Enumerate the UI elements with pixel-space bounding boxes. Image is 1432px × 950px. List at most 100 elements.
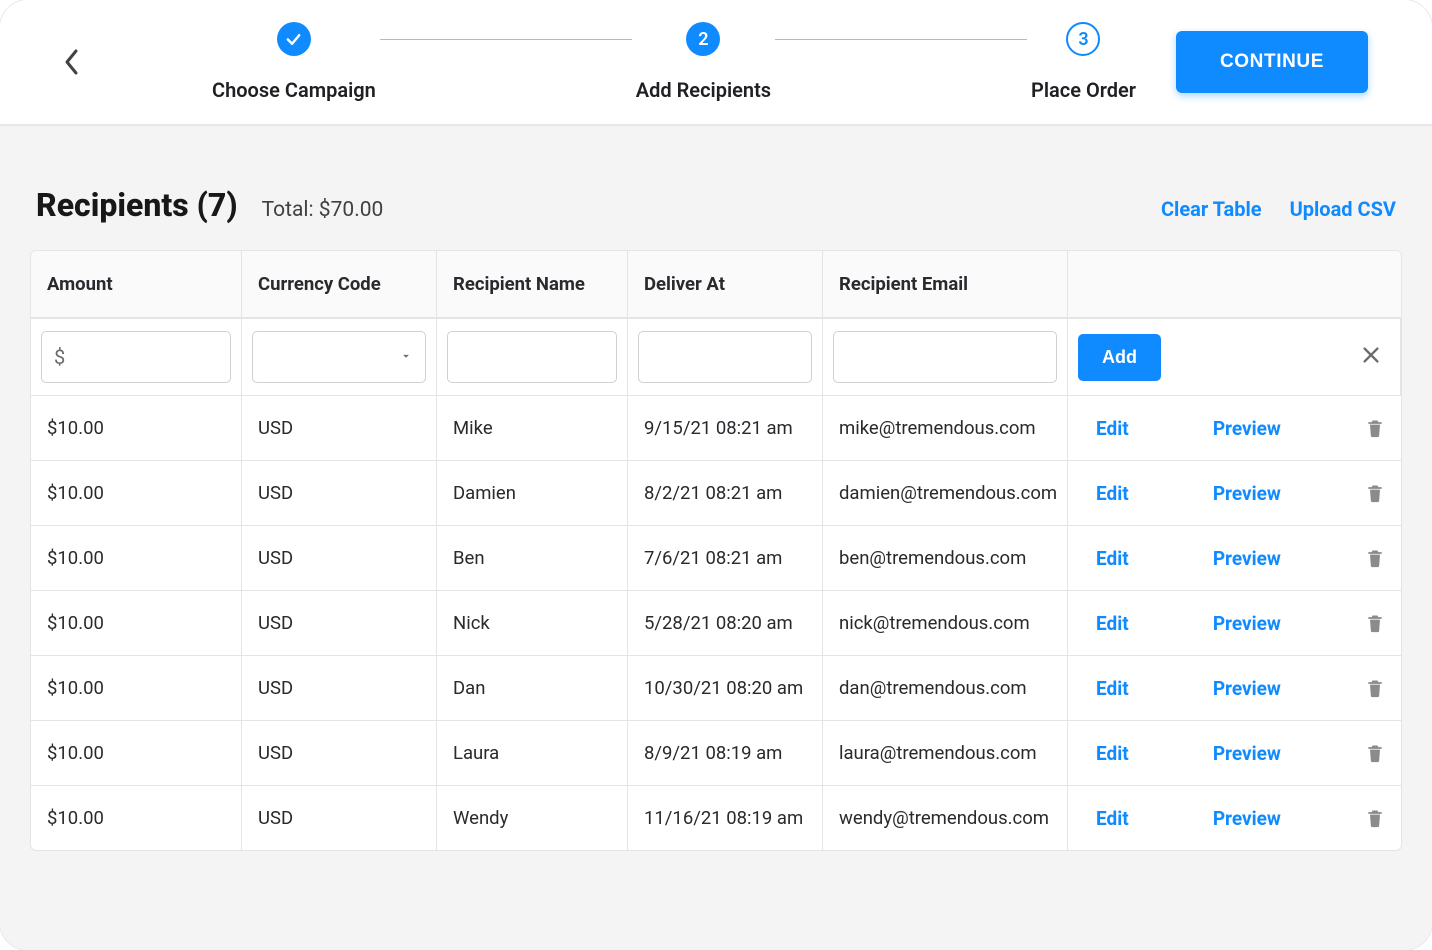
cell-name: Mike	[437, 396, 628, 460]
currency-select[interactable]	[252, 331, 426, 383]
table-header: Amount Currency Code Recipient Name Deli…	[31, 251, 1401, 318]
delete-icon[interactable]	[1365, 547, 1385, 569]
step-add-recipients[interactable]: 2 Add Recipients	[636, 22, 771, 102]
amount-input[interactable]: $	[41, 331, 231, 383]
back-button[interactable]	[52, 42, 92, 82]
table-row: $10.00USDLaura8/9/21 08:19 amlaura@treme…	[31, 720, 1401, 785]
add-button[interactable]: Add	[1078, 334, 1161, 381]
cell-deliver-at: 8/2/21 08:21 am	[628, 461, 823, 525]
check-icon	[285, 31, 302, 48]
step-label: Place Order	[1031, 78, 1136, 102]
cell-amount: $10.00	[31, 396, 242, 460]
table-row: $10.00USDDan10/30/21 08:20 amdan@tremend…	[31, 655, 1401, 720]
edit-link[interactable]: Edit	[1096, 612, 1129, 635]
step-label: Choose Campaign	[212, 78, 376, 102]
preview-link[interactable]: Preview	[1213, 742, 1281, 765]
edit-link[interactable]: Edit	[1096, 807, 1129, 830]
continue-button[interactable]: CONTINUE	[1176, 31, 1368, 93]
currency-symbol: $	[54, 345, 65, 369]
page-title: Recipients (7)	[36, 186, 238, 224]
delete-icon[interactable]	[1365, 482, 1385, 504]
page-body: Recipients (7) Total: $70.00 Clear Table…	[0, 126, 1432, 950]
cell-currency: USD	[242, 461, 437, 525]
header: Choose Campaign 2 Add Recipients 3 Place…	[0, 0, 1432, 126]
preview-link[interactable]: Preview	[1213, 677, 1281, 700]
cell-deliver-at: 9/15/21 08:21 am	[628, 396, 823, 460]
table-row: $10.00USDDamien8/2/21 08:21 amdamien@tre…	[31, 460, 1401, 525]
cell-deliver-at: 7/6/21 08:21 am	[628, 526, 823, 590]
cell-currency: USD	[242, 786, 437, 850]
preview-link[interactable]: Preview	[1213, 612, 1281, 635]
cell-deliver-at: 8/9/21 08:19 am	[628, 721, 823, 785]
delete-icon[interactable]	[1365, 417, 1385, 439]
step-choose-campaign[interactable]: Choose Campaign	[212, 22, 376, 102]
cell-email: ben@tremendous.com	[823, 526, 1068, 590]
step-place-order[interactable]: 3 Place Order	[1031, 22, 1136, 102]
delete-icon[interactable]	[1365, 807, 1385, 829]
delete-icon[interactable]	[1365, 742, 1385, 764]
cell-email: damien@tremendous.com	[823, 461, 1068, 525]
cell-email: mike@tremendous.com	[823, 396, 1068, 460]
cell-amount: $10.00	[31, 786, 242, 850]
edit-link[interactable]: Edit	[1096, 417, 1129, 440]
close-icon[interactable]	[1360, 344, 1382, 370]
cell-deliver-at: 11/16/21 08:19 am	[628, 786, 823, 850]
preview-link[interactable]: Preview	[1213, 807, 1281, 830]
cell-name: Nick	[437, 591, 628, 655]
cell-currency: USD	[242, 526, 437, 590]
cell-email: wendy@tremendous.com	[823, 786, 1068, 850]
edit-link[interactable]: Edit	[1096, 547, 1129, 570]
edit-link[interactable]: Edit	[1096, 482, 1129, 505]
table-row: $10.00USDBen7/6/21 08:21 amben@tremendou…	[31, 525, 1401, 590]
step-indicator-active: 2	[686, 22, 720, 56]
cell-email: dan@tremendous.com	[823, 656, 1068, 720]
cell-name: Damien	[437, 461, 628, 525]
column-deliver-at: Deliver At	[628, 251, 823, 317]
cell-email: nick@tremendous.com	[823, 591, 1068, 655]
cell-amount: $10.00	[31, 461, 242, 525]
table-row: $10.00USDNick5/28/21 08:20 amnick@tremen…	[31, 590, 1401, 655]
column-amount: Amount	[31, 251, 242, 317]
stepper: Choose Campaign 2 Add Recipients 3 Place…	[212, 22, 1136, 102]
cell-name: Laura	[437, 721, 628, 785]
app-window: Choose Campaign 2 Add Recipients 3 Place…	[0, 0, 1432, 950]
cell-deliver-at: 10/30/21 08:20 am	[628, 656, 823, 720]
cell-currency: USD	[242, 396, 437, 460]
column-name: Recipient Name	[437, 251, 628, 317]
column-currency: Currency Code	[242, 251, 437, 317]
cell-amount: $10.00	[31, 656, 242, 720]
cell-amount: $10.00	[31, 591, 242, 655]
edit-link[interactable]: Edit	[1096, 742, 1129, 765]
cell-email: laura@tremendous.com	[823, 721, 1068, 785]
page-subtitle: Total: $70.00	[262, 198, 384, 222]
table-input-row: $ Add	[31, 318, 1401, 395]
cell-deliver-at: 5/28/21 08:20 am	[628, 591, 823, 655]
step-indicator-pending: 3	[1066, 22, 1100, 56]
step-label: Add Recipients	[636, 78, 771, 102]
edit-link[interactable]: Edit	[1096, 677, 1129, 700]
chevron-left-icon	[63, 48, 81, 76]
deliver-at-input[interactable]	[638, 331, 812, 383]
preview-link[interactable]: Preview	[1213, 482, 1281, 505]
table-row: $10.00USDWendy11/16/21 08:19 amwendy@tre…	[31, 785, 1401, 850]
chevron-down-icon	[399, 347, 413, 368]
delete-icon[interactable]	[1365, 612, 1385, 634]
column-actions	[1068, 251, 1401, 317]
upload-csv-link[interactable]: Upload CSV	[1290, 197, 1396, 221]
name-input[interactable]	[447, 331, 617, 383]
preview-link[interactable]: Preview	[1213, 417, 1281, 440]
title-actions: Clear Table Upload CSV	[1161, 197, 1396, 221]
recipients-table: Amount Currency Code Recipient Name Deli…	[30, 250, 1402, 851]
preview-link[interactable]: Preview	[1213, 547, 1281, 570]
table-row: $10.00USDMike9/15/21 08:21 ammike@tremen…	[31, 395, 1401, 460]
cell-amount: $10.00	[31, 526, 242, 590]
cell-amount: $10.00	[31, 721, 242, 785]
delete-icon[interactable]	[1365, 677, 1385, 699]
clear-table-link[interactable]: Clear Table	[1161, 197, 1262, 221]
cell-currency: USD	[242, 656, 437, 720]
email-input[interactable]	[833, 331, 1057, 383]
column-email: Recipient Email	[823, 251, 1068, 317]
step-connector	[380, 39, 632, 40]
title-row: Recipients (7) Total: $70.00 Clear Table…	[30, 186, 1402, 224]
step-indicator-done	[277, 22, 311, 56]
